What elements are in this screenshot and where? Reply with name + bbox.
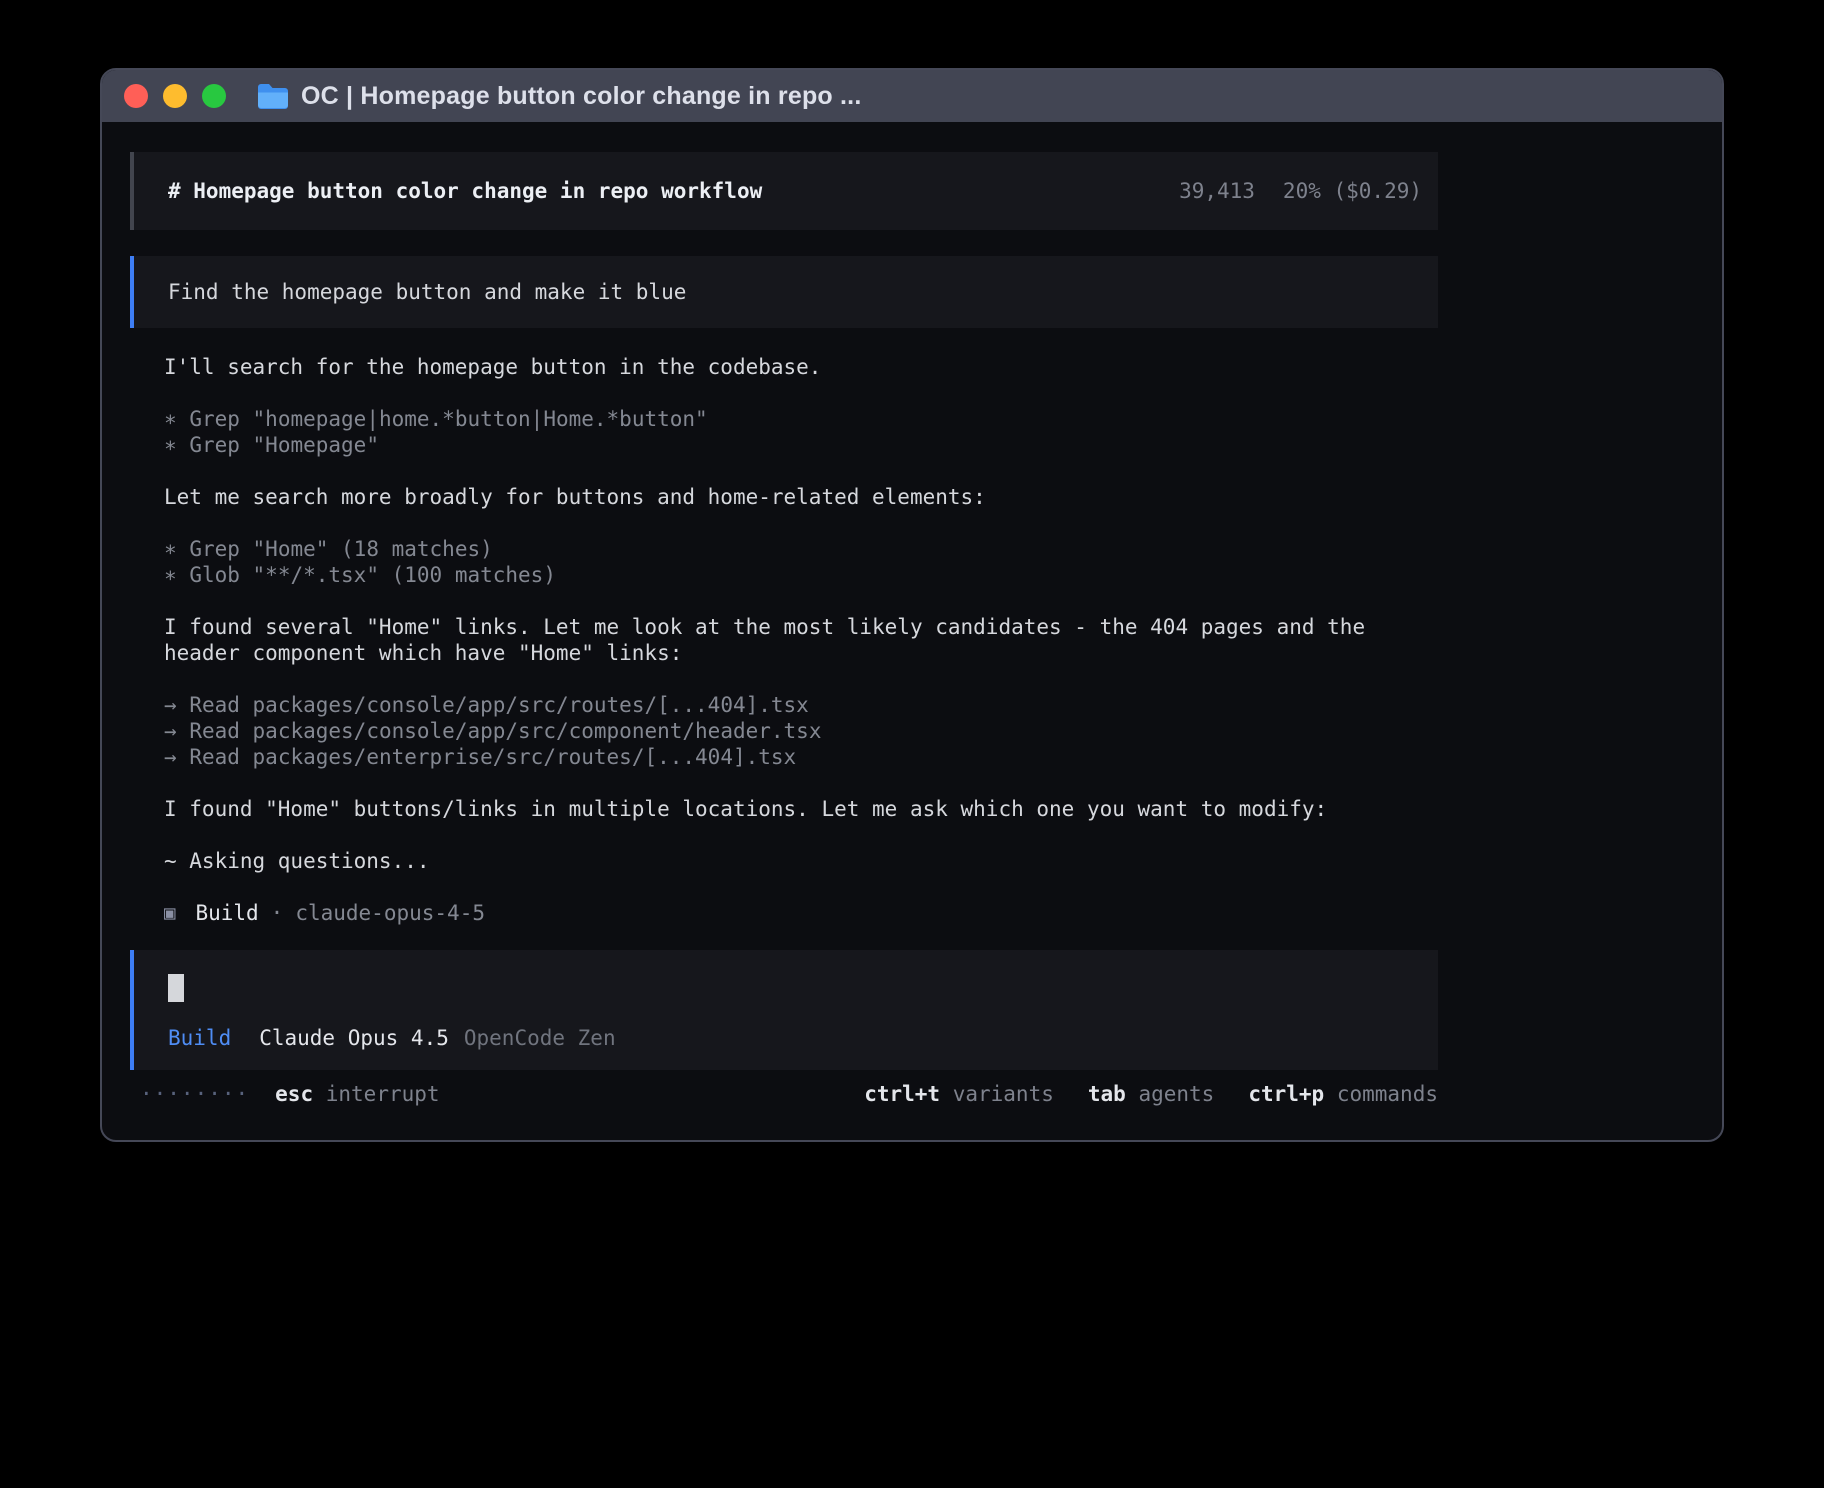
assistant-paragraph: Let me search more broadly for buttons a… [164, 484, 1438, 510]
tool-call: ∗ Grep "homepage|home.*button|Home.*butt… [164, 406, 1438, 432]
tool-call: ∗ Glob "**/*.tsx" (100 matches) [164, 562, 1438, 588]
context-usage: 20% ($0.29) [1283, 179, 1422, 203]
close-button[interactable] [124, 84, 148, 108]
tool-call: → Read packages/enterprise/src/routes/[.… [164, 744, 1438, 770]
window-title: OC | Homepage button color change in rep… [301, 82, 861, 111]
asterisk-icon: ∗ [164, 433, 177, 457]
esc-label: interrupt [326, 1082, 440, 1106]
tool-call-group: → Read packages/console/app/src/routes/[… [164, 692, 1438, 770]
tool-call: ∗ Grep "Homepage" [164, 432, 1438, 458]
session-title: # Homepage button color change in repo w… [168, 179, 762, 203]
assistant-paragraph: I'll search for the homepage button in t… [164, 354, 1438, 380]
tool-call-group: ∗ Grep "Home" (18 matches) ∗ Glob "**/*.… [164, 536, 1438, 588]
input-area[interactable]: Build Claude Opus 4.5 OpenCode Zen [130, 950, 1438, 1070]
assistant-paragraph: I found several "Home" links. Let me loo… [164, 614, 1438, 666]
shortcut-commands: ctrl+p commands [1248, 1082, 1438, 1106]
shortcut-hints: ctrl+t variants tab agents ctrl+p comman… [864, 1082, 1438, 1106]
status-bar: ········ esc interrupt ctrl+t variants t… [130, 1082, 1438, 1106]
terminal-window: OC | Homepage button color change in rep… [100, 68, 1724, 1142]
minimize-button[interactable] [163, 84, 187, 108]
zoom-button[interactable] [202, 84, 226, 108]
agent-badge: ▣ Build · claude-opus-4-5 [164, 900, 1438, 926]
dot-separator: · [271, 900, 284, 926]
titlebar: OC | Homepage button color change in rep… [102, 70, 1722, 122]
asterisk-icon: ∗ [164, 563, 177, 587]
session-stats: 39,413 20% ($0.29) [1179, 179, 1422, 203]
agent-icon: ▣ [164, 900, 175, 926]
input-mode: Build [168, 1026, 231, 1050]
folder-icon [257, 83, 289, 109]
input-model: Claude Opus 4.5 [259, 1026, 449, 1050]
asterisk-icon: ∗ [164, 537, 177, 561]
agent-name: Build [195, 900, 258, 926]
arrow-right-icon: → [164, 745, 177, 769]
tool-call: ∗ Grep "Home" (18 matches) [164, 536, 1438, 562]
shortcut-variants: ctrl+t variants [864, 1082, 1054, 1106]
shortcut-interrupt: esc interrupt [275, 1082, 439, 1106]
assistant-paragraph: I found "Home" buttons/links in multiple… [164, 796, 1438, 822]
arrow-right-icon: → [164, 719, 177, 743]
text-cursor [168, 974, 184, 1002]
esc-key: esc [275, 1082, 313, 1106]
tool-call-group: ∗ Grep "homepage|home.*button|Home.*butt… [164, 406, 1438, 458]
arrow-right-icon: → [164, 693, 177, 717]
asterisk-icon: ∗ [164, 407, 177, 431]
session-header: # Homepage button color change in repo w… [130, 152, 1438, 230]
agent-model: claude-opus-4-5 [295, 900, 485, 926]
user-message-text: Find the homepage button and make it blu… [168, 280, 686, 304]
input-meta: Build Claude Opus 4.5 OpenCode Zen [168, 1026, 1408, 1050]
status-line: ~ Asking questions... [164, 848, 1438, 874]
token-count: 39,413 [1179, 179, 1255, 203]
spinner-dots: ········ [140, 1082, 249, 1106]
tool-call: → Read packages/console/app/src/componen… [164, 718, 1438, 744]
shortcut-agents: tab agents [1088, 1082, 1214, 1106]
user-message: Find the homepage button and make it blu… [130, 256, 1438, 328]
tool-call: → Read packages/console/app/src/routes/[… [164, 692, 1438, 718]
input-provider: OpenCode Zen [464, 1026, 616, 1050]
